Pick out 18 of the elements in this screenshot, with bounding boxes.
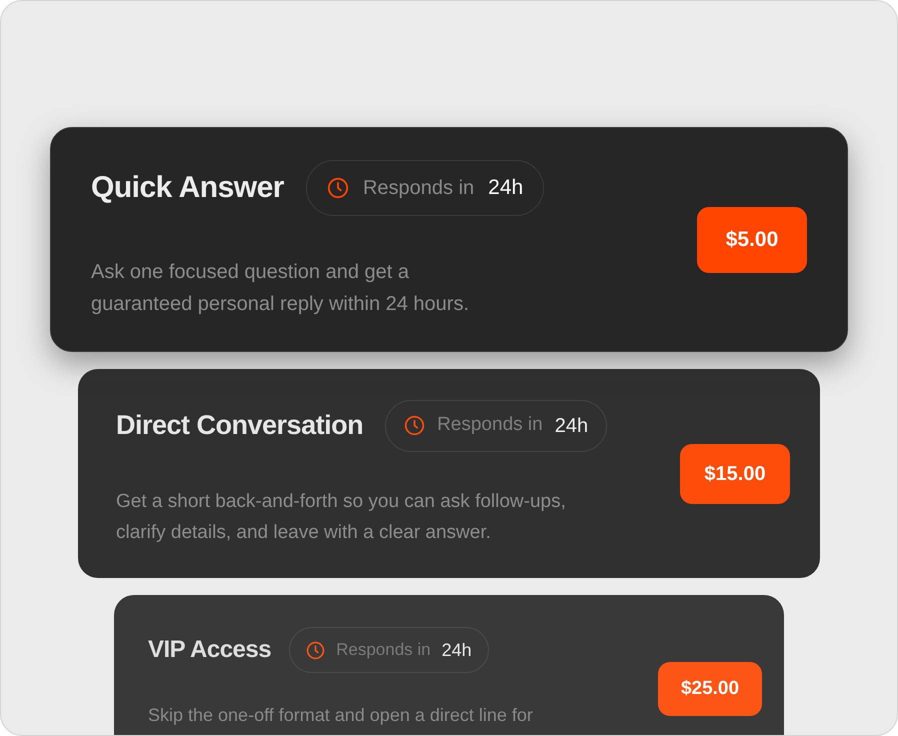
plan-title: VIP Access	[148, 635, 272, 665]
response-time: 24h	[488, 174, 524, 201]
plan-title: Quick Answer	[91, 170, 284, 206]
response-time: 24h	[554, 414, 588, 438]
price-button[interactable]: $15.00	[680, 444, 790, 504]
response-label: Responds in	[336, 639, 431, 662]
response-label: Responds in	[437, 413, 543, 438]
plan-description: Skip the one-off format and open a direct line for	[148, 704, 534, 727]
plan-title: Direct Conversation	[116, 409, 364, 442]
price-button[interactable]: $5.00	[697, 206, 807, 272]
response-label: Responds in	[362, 176, 474, 200]
clock-icon	[326, 176, 349, 198]
clock-icon	[306, 640, 326, 660]
plan-description: Ask one focused question and get a guaranteed personal reply within 24 hours.	[91, 260, 470, 316]
clock-icon	[404, 415, 426, 436]
response-time: 24h	[442, 638, 472, 662]
plan-description: Get a short back-and-forth so you can ask follow-ups, clarify details, and leave with a clear answer.	[116, 490, 567, 544]
price-button[interactable]: $25.00	[658, 662, 762, 716]
